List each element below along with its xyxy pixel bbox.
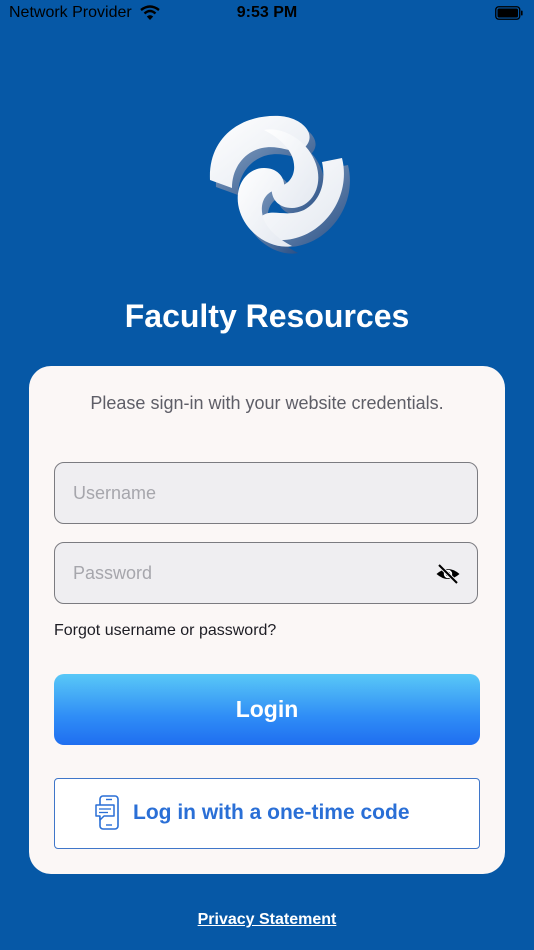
- password-input[interactable]: [73, 543, 413, 603]
- status-time: 9:53 PM: [236, 4, 298, 21]
- phone-message-icon: [95, 795, 119, 830]
- password-field[interactable]: [54, 542, 478, 604]
- eye-slash-icon[interactable]: [435, 563, 461, 585]
- login-button[interactable]: Login: [54, 674, 480, 745]
- login-card: Please sign-in with your website credent…: [29, 366, 505, 874]
- username-input[interactable]: [73, 463, 413, 523]
- battery-icon: [495, 6, 523, 20]
- signin-instructions: Please sign-in with your website credent…: [90, 393, 444, 413]
- privacy-statement-link[interactable]: Privacy Statement: [0, 911, 534, 929]
- app-logo: [209, 115, 350, 254]
- app-title: Faculty Resources: [124, 298, 410, 334]
- one-time-code-button[interactable]: Log in with a one-time code: [54, 778, 480, 849]
- username-field[interactable]: [54, 462, 478, 524]
- forgot-credentials-link[interactable]: Forgot username or password?: [54, 622, 276, 640]
- one-time-code-label: Log in with a one-time code: [133, 801, 410, 824]
- status-bar: Network Provider 9:53 PM: [0, 0, 534, 28]
